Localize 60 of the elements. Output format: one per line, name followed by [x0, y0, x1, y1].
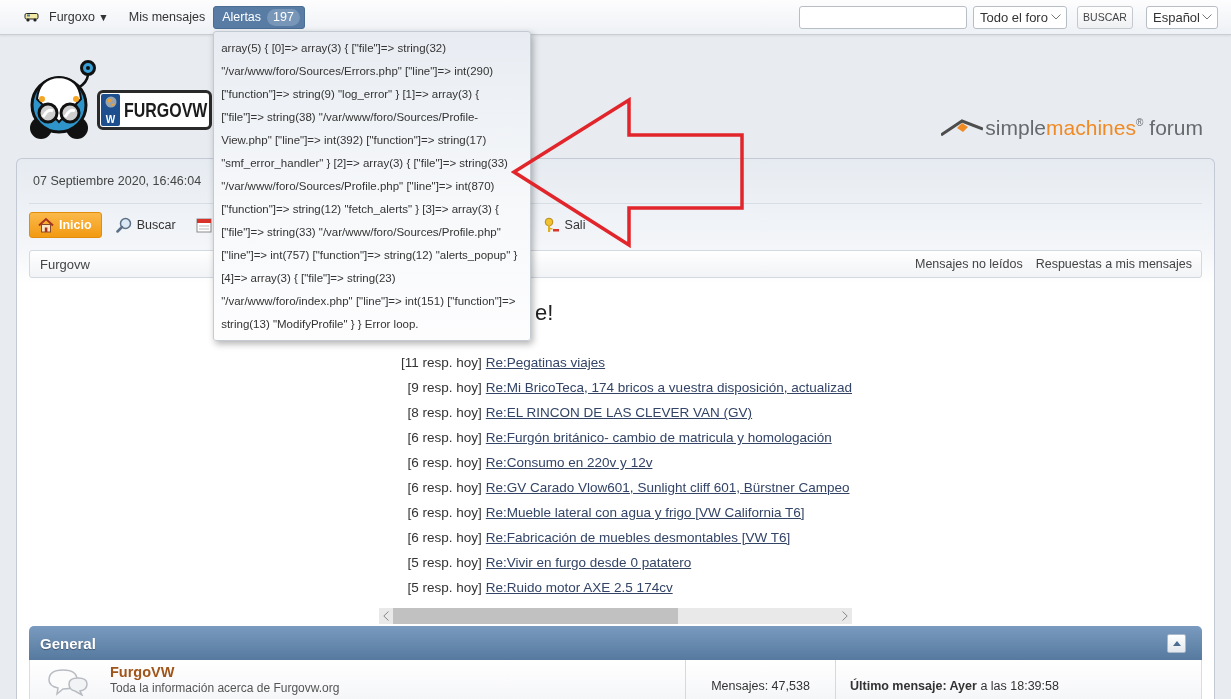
reply-count: [6 resp. hoy]	[407, 454, 482, 472]
section-heading: e!	[535, 300, 554, 326]
reply-count: [6 resp. hoy]	[407, 529, 482, 547]
globe-icon	[104, 96, 117, 108]
collapse-button[interactable]	[1167, 633, 1186, 653]
calendar-icon	[195, 217, 212, 233]
category-title: General	[40, 634, 96, 652]
breadcrumb-link[interactable]: Furgovw	[40, 257, 90, 272]
post-count: Mensajes: 47,538	[711, 679, 810, 693]
chevron-down-icon	[1051, 14, 1061, 20]
reply-count: [8 resp. hoy]	[407, 404, 482, 422]
topic-link[interactable]: Re:Ruido motor AXE 2.5 174cv	[485, 575, 852, 600]
topic-link[interactable]: Re:GV Carado Vlow601, Sunlight cliff 601, Bürstner Campeo	[485, 475, 852, 500]
topic-link[interactable]: Re:Mi BricoTeca, 174 bricos a vuestra disposición, actualizad	[485, 375, 852, 400]
topic-link[interactable]: Re:Pegatinas viajes	[485, 350, 852, 375]
topic-link[interactable]: Re:Furgón británico- cambio de matricula y homologación	[485, 425, 852, 450]
last-post-info: Último mensaje: Ayer a las 18:39:58	[850, 679, 1059, 693]
chevron-left-icon	[383, 611, 389, 621]
search-icon	[115, 217, 132, 233]
logo-text: FURGOVW	[124, 98, 208, 122]
error-trace-text: array(5) { [0]=> array(3) { ["file"]=> string(32) "/var/www/foro/Sources/Errors.php" ["line"]=> int(290) ["function"]=> string(9) "log_error" } [1]=> array(3) { ["file"]=> string(38) "/var/www/foro/Sources/Profile-View.php" ["line"]=> int(392) ["function"]=> string(17) "smf_error_handler" } [2]=> array(3) { ["file"]=> string(33) "/var/www/foro/Sources/Profile.php" ["line"]=> int(870) ["function"]=> string(12) "fetch_alerts" } [3]=> array(3) { ["file"]=> string(33) "/var/www/foro/Sources/Profile.php" ["line"]=> int(757) ["function"]=> string(12) "alerts_popup" } [4]=> array(3) { ["file"]=> string(23) "/var/www/foro/index.php" ["line"]=> int(151) ["function"]=> string(13) "ModifyProfile" } } Error loop.	[221, 40, 519, 332]
triangle-up-icon	[1172, 640, 1181, 646]
search-field[interactable]	[799, 5, 967, 29]
chevron-down-icon	[1202, 14, 1212, 20]
language-select[interactable]: Español	[1146, 5, 1218, 29]
topic-link[interactable]: Re:Fabricación de muebles desmontables [VW T6]	[485, 525, 852, 550]
reply-count: [6 resp. hoy]	[407, 479, 482, 497]
speech-bubbles-icon	[45, 668, 89, 696]
topic-link[interactable]: Re:Consumo en 220v y 12v	[485, 450, 852, 475]
reply-count: [5 resp. hoy]	[407, 579, 482, 597]
horizontal-scrollbar[interactable]	[379, 608, 852, 624]
date-text: 07 Septiembre 2020, 16:46:04	[33, 174, 202, 188]
reply-count: [11 resp. hoy]	[401, 354, 482, 372]
topic-link[interactable]: Re:EL RINCON DE LAS CLEVER VAN (GV)	[485, 400, 852, 425]
house-icon	[38, 217, 54, 233]
forum-logo-text: simplemachines® forum	[985, 116, 1203, 140]
board-description: Toda la información acerca de Furgovw.org	[110, 681, 340, 696]
topic-link[interactable]: Re:Vivir en furgo desde 0 patatero	[485, 550, 852, 575]
van-icon	[24, 12, 40, 22]
plate-letter: W	[105, 114, 116, 125]
board-name-link[interactable]: FurgoVW	[110, 663, 175, 681]
quick-link[interactable]: Respuestas a mis mensajes	[1035, 257, 1192, 271]
quick-link[interactable]: Mensajes no leídos	[914, 257, 1023, 271]
reply-count: [5 resp. hoy]	[407, 554, 482, 572]
scope-select[interactable]: Todo el foro	[973, 5, 1067, 29]
alert-count: 197	[267, 8, 300, 26]
reply-count: [6 resp. hoy]	[407, 429, 482, 447]
search-button[interactable]: BUSCAR	[1077, 5, 1133, 29]
alerts-button[interactable]: Alertas 197	[213, 5, 305, 29]
reply-count: [6 resp. hoy]	[407, 504, 482, 522]
messages-link[interactable]: Mis mensajes	[128, 10, 206, 24]
user-menu[interactable]: Furgoxo ▼	[49, 10, 109, 24]
nav-button[interactable]: Buscar	[106, 212, 185, 238]
key-icon	[543, 217, 560, 233]
chevron-right-icon	[842, 611, 848, 621]
scrollbar-thumb[interactable]	[393, 608, 678, 624]
nav-button[interactable]: Sali	[534, 212, 595, 238]
reply-count: [9 resp. hoy]	[407, 379, 482, 397]
topic-link[interactable]: Re:Mueble lateral con agua y frigo [VW California T6]	[485, 500, 852, 525]
roof-logo-icon	[941, 118, 984, 136]
